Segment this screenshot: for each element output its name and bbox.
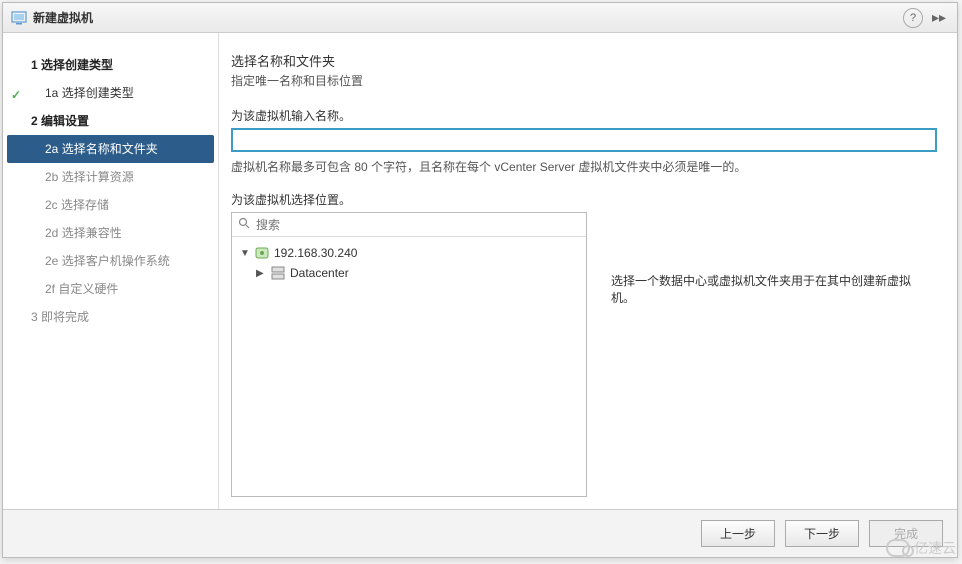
location-label: 为该虚拟机选择位置。 [231, 191, 937, 208]
step-label: 选择存储 [61, 198, 109, 212]
new-vm-dialog: 新建虚拟机 ? ▸▸ 1 选择创建类型 ✓ 1a 选择创建类型 2 编辑设置 2… [2, 2, 958, 558]
vm-icon [11, 10, 27, 26]
tree-body: ▼ 192.168.30.240 ▶ Datacenter [232, 237, 586, 496]
step-num: 2c [45, 198, 58, 212]
step-2[interactable]: 2 编辑设置 [3, 107, 218, 135]
search-row [232, 213, 586, 237]
step-2a[interactable]: 2a 选择名称和文件夹 [7, 135, 214, 163]
vcenter-icon [254, 245, 270, 261]
name-hint: 虚拟机名称最多可包含 80 个字符，且名称在每个 vCenter Server … [231, 158, 937, 175]
page-subtitle: 指定唯一名称和目标位置 [231, 72, 937, 89]
step-label: 选择名称和文件夹 [62, 142, 158, 156]
tree-datacenter[interactable]: ▶ Datacenter [236, 263, 582, 283]
step-num: 1a [45, 86, 58, 100]
back-button[interactable]: 上一步 [701, 520, 775, 547]
check-icon: ✓ [11, 85, 21, 105]
location-tree-panel: ▼ 192.168.30.240 ▶ Datacenter [231, 212, 587, 497]
step-label: 编辑设置 [41, 114, 89, 128]
step-1[interactable]: 1 选择创建类型 [3, 51, 218, 79]
help-icon[interactable]: ? [903, 8, 923, 28]
datacenter-icon [270, 265, 286, 281]
step-label: 选择兼容性 [62, 226, 122, 240]
step-label: 自定义硬件 [58, 282, 118, 296]
step-label: 选择创建类型 [62, 86, 134, 100]
step-num: 2b [45, 170, 58, 184]
wizard-sidebar: 1 选择创建类型 ✓ 1a 选择创建类型 2 编辑设置 2a 选择名称和文件夹 … [3, 33, 219, 509]
tree-root[interactable]: ▼ 192.168.30.240 [236, 243, 582, 263]
step-2e[interactable]: 2e 选择客户机操作系统 [3, 247, 218, 275]
location-container: ▼ 192.168.30.240 ▶ Datacenter [231, 212, 937, 497]
step-num: 2a [45, 142, 58, 156]
step-2c[interactable]: 2c 选择存储 [3, 191, 218, 219]
step-2b[interactable]: 2b 选择计算资源 [3, 163, 218, 191]
footer: 上一步 下一步 完成 [3, 509, 957, 557]
step-label: 选择创建类型 [41, 58, 113, 72]
step-num: 3 [31, 310, 38, 324]
step-num: 2e [45, 254, 58, 268]
info-panel: 选择一个数据中心或虚拟机文件夹用于在其中创建新虚拟机。 [601, 212, 937, 497]
tree-node-label: Datacenter [290, 266, 349, 280]
page-heading: 选择名称和文件夹 [231, 51, 937, 70]
step-label: 选择客户机操作系统 [62, 254, 170, 268]
content-panel: 选择名称和文件夹 指定唯一名称和目标位置 为该虚拟机输入名称。 虚拟机名称最多可… [219, 33, 957, 509]
step-2d[interactable]: 2d 选择兼容性 [3, 219, 218, 247]
info-text: 选择一个数据中心或虚拟机文件夹用于在其中创建新虚拟机。 [611, 272, 927, 306]
step-num: 2f [45, 282, 55, 296]
step-label: 即将完成 [41, 310, 89, 324]
titlebar: 新建虚拟机 ? ▸▸ [3, 3, 957, 33]
step-1a[interactable]: ✓ 1a 选择创建类型 [3, 79, 218, 107]
step-label: 选择计算资源 [62, 170, 134, 184]
step-num: 2 [31, 114, 38, 128]
step-num: 1 [31, 58, 38, 72]
tree-node-label: 192.168.30.240 [274, 246, 357, 260]
next-button[interactable]: 下一步 [785, 520, 859, 547]
dialog-title: 新建虚拟机 [33, 9, 93, 26]
finish-button: 完成 [869, 520, 943, 547]
expand-icon[interactable]: ▸▸ [929, 8, 949, 28]
step-3[interactable]: 3 即将完成 [3, 303, 218, 331]
search-icon [238, 217, 250, 232]
step-2f[interactable]: 2f 自定义硬件 [3, 275, 218, 303]
name-label: 为该虚拟机输入名称。 [231, 107, 937, 124]
step-num: 2d [45, 226, 58, 240]
chevron-down-icon[interactable]: ▼ [240, 248, 250, 259]
vm-name-input[interactable] [231, 128, 937, 152]
dialog-body: 1 选择创建类型 ✓ 1a 选择创建类型 2 编辑设置 2a 选择名称和文件夹 … [3, 33, 957, 509]
chevron-right-icon[interactable]: ▶ [256, 268, 266, 279]
search-input[interactable] [256, 218, 580, 232]
